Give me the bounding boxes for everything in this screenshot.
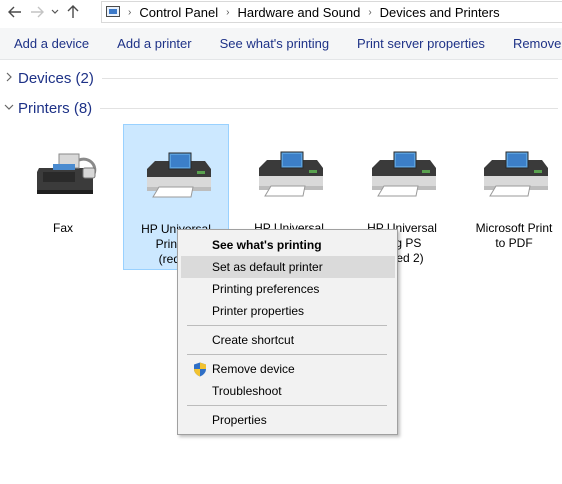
- breadcrumb-control-panel[interactable]: Control Panel: [139, 5, 218, 20]
- group-printers[interactable]: Printers (8): [0, 97, 562, 119]
- menu-troubleshoot[interactable]: Troubleshoot: [181, 380, 395, 402]
- fax-icon: [37, 153, 97, 194]
- remove-device-button[interactable]: Remove device: [499, 36, 562, 51]
- printer-microsoft-print-to-pdf[interactable]: Microsoft Print to PDF: [461, 124, 562, 270]
- menu-remove-device[interactable]: Remove device: [181, 358, 395, 380]
- printer-icon: [484, 151, 548, 197]
- printer-icon: [147, 152, 211, 198]
- group-printers-title: Printers (8): [18, 99, 93, 117]
- add-device-button[interactable]: Add a device: [0, 36, 103, 51]
- breadcrumb-separator[interactable]: ›: [226, 7, 229, 18]
- group-divider: [101, 77, 558, 79]
- menu-separator: [187, 325, 387, 326]
- printer-label: Fax: [52, 221, 73, 235]
- breadcrumb-separator: ›: [128, 6, 132, 18]
- group-divider: [100, 107, 558, 109]
- menu-see-whats-printing[interactable]: See what's printing: [181, 234, 395, 256]
- menu-printer-properties[interactable]: Printer properties: [181, 300, 395, 322]
- command-bar: Add a device Add a printer See what's pr…: [0, 28, 562, 60]
- arrow-right-icon: [31, 6, 44, 18]
- menu-remove-device-label: Remove device: [212, 362, 295, 376]
- recent-locations-button[interactable]: [48, 1, 62, 23]
- add-printer-button[interactable]: Add a printer: [103, 36, 205, 51]
- breadcrumb-separator[interactable]: ›: [368, 7, 371, 18]
- context-menu: See what's printing Set as default print…: [177, 229, 398, 435]
- uac-shield-icon: [194, 362, 206, 377]
- navigation-bar: › Control Panel › Hardware and Sound › D…: [0, 0, 562, 24]
- menu-separator: [187, 354, 387, 355]
- breadcrumb-devices-and-printers[interactable]: Devices and Printers: [380, 5, 500, 20]
- menu-set-as-default-printer[interactable]: Set as default printer: [181, 256, 395, 278]
- up-button[interactable]: [62, 1, 84, 23]
- printer-icon: [259, 151, 323, 197]
- chevron-right-icon: [1, 72, 17, 85]
- menu-separator: [187, 405, 387, 406]
- print-server-properties-button[interactable]: Print server properties: [343, 36, 499, 51]
- chevron-down-icon: [51, 9, 59, 14]
- printer-fax[interactable]: Fax: [10, 124, 116, 270]
- printer-icon: [372, 151, 436, 197]
- breadcrumb-hardware-and-sound[interactable]: Hardware and Sound: [237, 5, 360, 20]
- menu-create-shortcut[interactable]: Create shortcut: [181, 329, 395, 351]
- see-whats-printing-button[interactable]: See what's printing: [206, 36, 343, 51]
- group-devices[interactable]: Devices (2): [0, 67, 562, 89]
- group-devices-title: Devices (2): [18, 69, 94, 87]
- arrow-left-icon: [8, 6, 21, 18]
- address-bar[interactable]: › Control Panel › Hardware and Sound › D…: [101, 1, 562, 23]
- printer-label: Microsoft Print to PDF: [475, 221, 553, 250]
- arrow-up-icon: [67, 5, 79, 18]
- menu-printing-preferences[interactable]: Printing preferences: [181, 278, 395, 300]
- back-button[interactable]: [4, 1, 26, 23]
- chevron-down-icon: [1, 102, 17, 114]
- control-panel-icon: [106, 5, 122, 19]
- forward-button[interactable]: [26, 1, 48, 23]
- menu-properties[interactable]: Properties: [181, 409, 395, 431]
